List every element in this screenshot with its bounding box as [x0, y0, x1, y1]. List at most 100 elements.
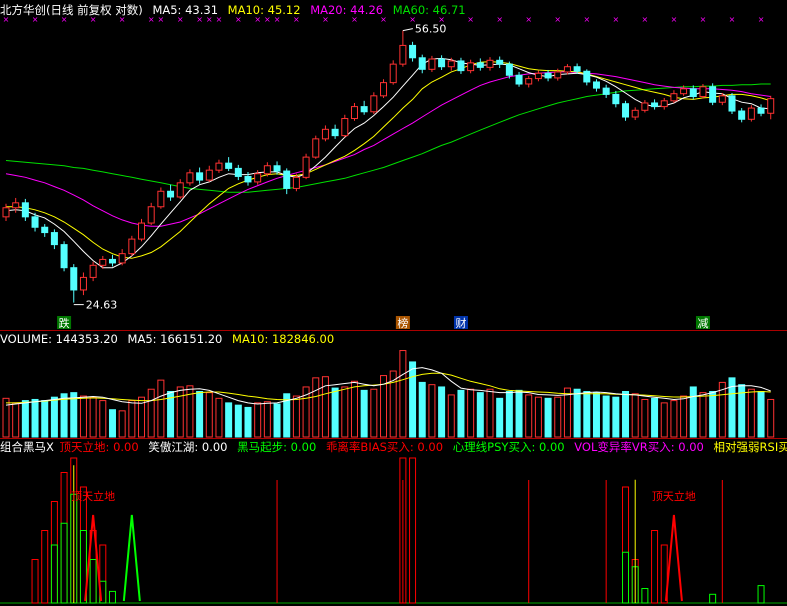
candle [728, 92, 736, 115]
volume-bar [525, 394, 533, 438]
volume-bar [544, 397, 552, 438]
candle-body [660, 100, 668, 108]
indicator-spike-label: 顶天立地 [71, 489, 115, 503]
candle [389, 60, 397, 85]
volume-bar [225, 402, 233, 438]
candle-body [176, 182, 184, 198]
candle-body [476, 62, 484, 68]
candle [534, 70, 542, 82]
volume-bar [767, 398, 775, 438]
candle-body [263, 165, 271, 175]
indicator-item: 乖离率BIAS买入: 0.00 [325, 440, 444, 454]
candle-body [321, 128, 329, 140]
candle-body [651, 102, 659, 108]
candle [583, 69, 591, 86]
candle-body [467, 62, 475, 72]
volume-bar [757, 391, 765, 438]
volume-bar [254, 402, 262, 438]
candle [612, 90, 620, 108]
candle-body [312, 138, 320, 158]
candle [234, 164, 242, 181]
candle-body [418, 57, 426, 70]
volume-bar [31, 398, 39, 438]
candle [302, 153, 310, 180]
volume-bars [2, 350, 775, 438]
volume-bar [331, 387, 339, 438]
candle [467, 59, 475, 74]
volume-bar [554, 396, 562, 438]
indicator-name: 组合黑马X [0, 440, 54, 454]
indicator-bar [757, 585, 765, 604]
candle [418, 54, 426, 74]
volume-bar [234, 404, 242, 438]
candle [21, 198, 29, 221]
volume-bar [573, 388, 581, 438]
candle-body [157, 190, 165, 208]
indicator-bar [50, 544, 58, 604]
candle-body [196, 172, 204, 181]
volume-bar [263, 401, 271, 438]
candle [186, 169, 194, 186]
candle-body [147, 206, 155, 224]
candle [563, 64, 571, 75]
candle [515, 71, 523, 87]
candle-body [447, 60, 455, 68]
volume-bar [273, 403, 281, 438]
volume-bar [496, 397, 504, 438]
volume-bar [244, 406, 252, 438]
volume-bar [660, 402, 668, 438]
candle [70, 264, 78, 303]
event-marker: 财 [453, 316, 468, 330]
volume-bar [583, 391, 591, 438]
indicator-bar [89, 559, 97, 604]
candle [138, 218, 146, 242]
volume-bar [631, 393, 639, 438]
candle-body [370, 95, 378, 113]
indicator-bar [60, 472, 68, 604]
volume-bar [370, 388, 378, 438]
candle [496, 56, 504, 69]
candle [331, 124, 339, 139]
volume-bar [79, 395, 87, 438]
candle-body [380, 82, 388, 97]
indicator-spike-label: 顶天立地 [652, 489, 696, 503]
volume-bar [467, 388, 475, 438]
candle [622, 100, 630, 121]
volume-value: VOLUME: 144353.20 [0, 332, 118, 346]
candle [651, 99, 659, 110]
volume-bar [176, 386, 184, 438]
candle-body [738, 110, 746, 120]
event-marker-text: 减 [697, 317, 708, 330]
volume-bar [476, 392, 484, 438]
candle-body [360, 106, 368, 113]
candle [738, 108, 746, 123]
candle [660, 97, 668, 110]
ma10-value: MA10: 45.12 [227, 3, 301, 17]
indicator-bar [41, 530, 49, 604]
volume-bar [602, 395, 610, 438]
candle [670, 90, 678, 103]
candle [709, 83, 717, 106]
candle [215, 159, 223, 173]
ma60-value: MA60: 46.71 [392, 3, 466, 17]
indicator-spike [84, 514, 103, 602]
candle [592, 79, 600, 92]
volume-bar [50, 396, 58, 438]
volume-bar [747, 388, 755, 438]
event-marker: 榜 [395, 316, 410, 330]
candle-body [457, 60, 465, 72]
candle [60, 241, 68, 272]
candle-body [31, 216, 39, 228]
indicator-bar [108, 590, 116, 604]
volume-bar [534, 396, 542, 438]
indicator-bar [622, 551, 630, 604]
candle-body [622, 103, 630, 118]
ma20-line [5, 71, 771, 227]
candle [205, 165, 213, 182]
candle-body [670, 93, 678, 102]
chart-canvas[interactable]: × × × × × × × × × × × × × × × × × × × × × × × × × × × × × × × ×56.5024.… [0, 0, 787, 606]
volume-ma10-value: MA10: 182846.00 [232, 332, 335, 346]
indicator-spike [122, 514, 141, 602]
volume-bar [438, 386, 446, 438]
candle [312, 135, 320, 159]
